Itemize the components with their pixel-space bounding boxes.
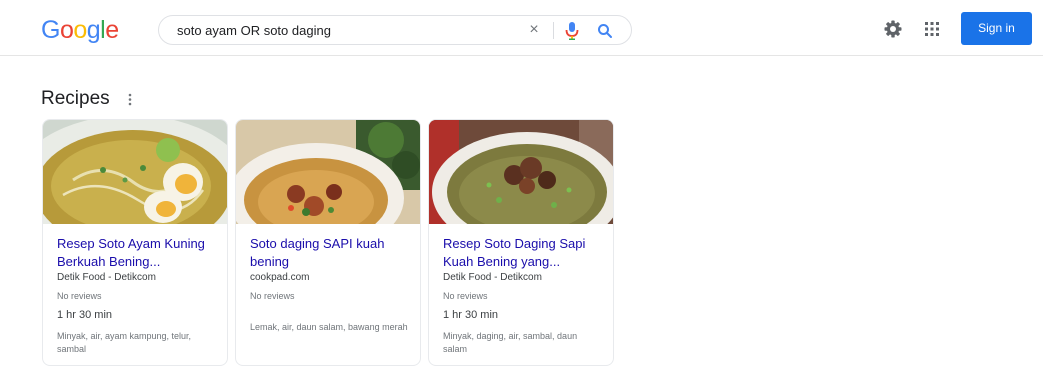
sign-in-button[interactable]: Sign in [961,12,1032,45]
recipe-reviews: No reviews [250,291,295,301]
clear-icon[interactable]: × [525,21,543,39]
recipe-image-soto-ayam[interactable] [43,120,228,224]
recipe-title[interactable]: Soto daging SAPI kuah bening [250,235,416,271]
recipe-ingredients: Minyak, daging, air, sambal, daun salam [443,331,578,354]
recipe-title[interactable]: Resep Soto Ayam Kuning Berkuah Bening... [57,235,223,271]
header: Google soto ayam OR soto daging × Sign i… [0,0,1043,56]
logo-letter: e [105,16,119,44]
recipe-time: 1 hr 30 min [57,309,113,321]
mic-icon[interactable] [563,21,581,41]
section-title: Recipes [41,88,110,109]
recipe-time: 1 hr 30 min [443,309,499,321]
search-query-text[interactable]: soto ayam OR soto daging [177,23,331,38]
recipe-ingredients: Minyak, air, ayam kampung, telur, sambal [57,331,192,354]
recipe-card[interactable]: Resep Soto Daging Sapi Kuah Bening yang.… [428,119,614,366]
recipe-reviews: No reviews [57,291,102,301]
recipe-reviews: No reviews [443,291,488,301]
recipe-image-soto-daging[interactable] [236,120,421,224]
logo-letter: G [41,16,60,44]
recipe-ingredients: Lemak, air, daun salam, bawang merah [250,322,408,332]
logo-letter: o [59,16,74,44]
google-logo[interactable]: Google [41,15,119,45]
recipe-source: cookpad.com [250,272,310,283]
recipe-image-soto-daging-sapi[interactable] [429,120,614,224]
recipe-source: Detik Food - Detikcom [443,272,542,283]
search-input[interactable]: soto ayam OR soto daging × [158,15,632,45]
recipe-card[interactable]: Soto daging SAPI kuah bening cookpad.com… [235,119,421,366]
search-icon[interactable] [596,22,614,40]
apps-icon[interactable] [922,19,942,39]
logo-letter: g [86,16,101,44]
recipe-title[interactable]: Resep Soto Daging Sapi Kuah Bening yang.… [443,235,609,271]
logo-letter: o [73,16,87,44]
recipe-source: Detik Food - Detikcom [57,272,156,283]
settings-icon[interactable] [883,19,903,39]
search-divider [553,22,554,39]
recipe-card[interactable]: Resep Soto Ayam Kuning Berkuah Bening...… [42,119,228,366]
vertical-dots-icon[interactable] [128,93,132,106]
